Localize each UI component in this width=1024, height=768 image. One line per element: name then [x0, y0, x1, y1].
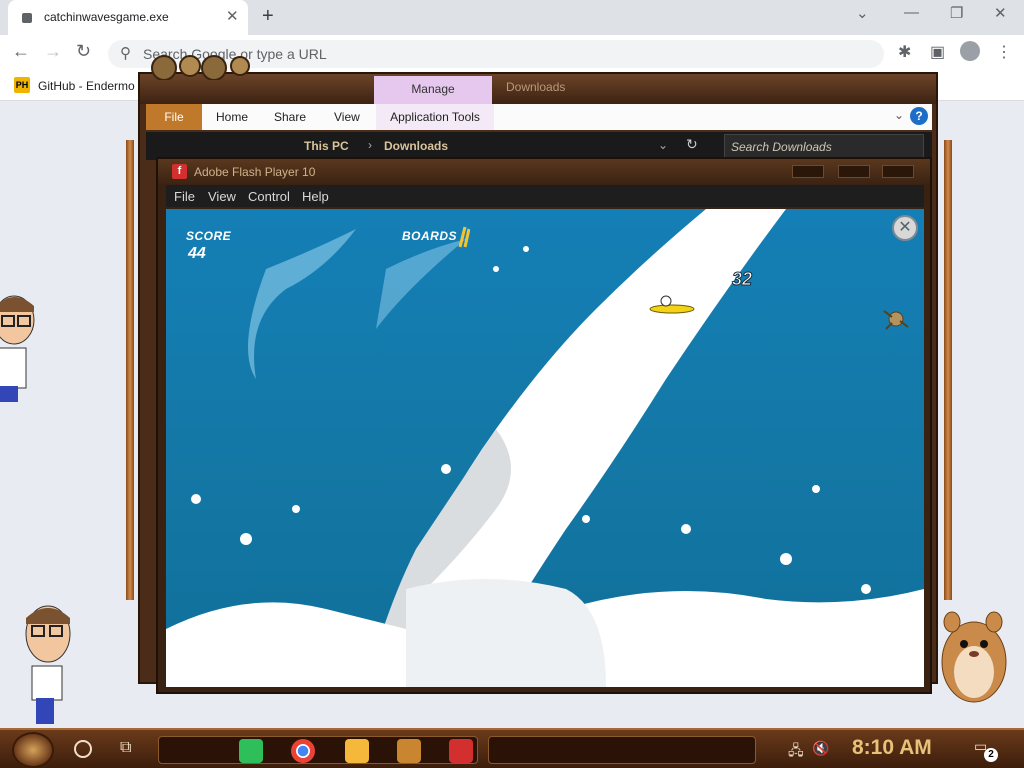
explorer-titlebar: Manage Downloads: [140, 55, 936, 104]
ocean-wave-scene: [166, 209, 924, 687]
ribbon-tab-view[interactable]: View: [334, 110, 360, 124]
volume-muted-icon[interactable]: 🔇: [812, 740, 829, 757]
game-canvas[interactable]: SCORE 44 BOARDS 32 ✕: [166, 209, 924, 687]
ribbon-tab-application-tools[interactable]: Application Tools: [376, 104, 494, 130]
tab-title: catchinwavesgame.exe: [44, 10, 169, 24]
close-window-button[interactable]: ✕: [994, 4, 1007, 22]
flash-icon: f: [172, 164, 187, 179]
game-close-button[interactable]: ✕: [892, 215, 918, 241]
flash-taskbar-icon[interactable]: [449, 739, 473, 763]
taskbar-clock[interactable]: 8:10 AM: [852, 736, 932, 760]
flash-minimize-button[interactable]: [792, 165, 824, 178]
search-downloads-input[interactable]: Search Downloads: [724, 134, 924, 158]
gears-decoration-icon: [151, 55, 250, 80]
hamster-mascot-icon: [941, 611, 1007, 703]
forward-button[interactable]: →: [44, 41, 62, 62]
profile-icon[interactable]: [960, 41, 980, 61]
taskbar-apps: [158, 736, 478, 764]
flash-maximize-button[interactable]: [838, 165, 870, 178]
chrome-icon[interactable]: [291, 739, 315, 763]
reload-button[interactable]: ↻: [76, 41, 91, 62]
score-label: SCORE: [186, 229, 232, 243]
cartoon-man-icon: [0, 295, 35, 402]
tab-favicon-icon: [22, 13, 32, 23]
explorer-address-bar[interactable]: This PC › Downloads ⌄ ↻ Search Downloads: [146, 132, 932, 160]
search-placeholder: Search Downloads: [731, 140, 832, 154]
flash-menu-help[interactable]: Help: [302, 189, 329, 204]
browser-tab[interactable]: catchinwavesgame.exe ✕: [8, 0, 248, 35]
bookmark-github[interactable]: GitHub - Endermo: [38, 79, 135, 93]
steampunk-pipe: [944, 140, 952, 600]
flash-menu-control[interactable]: Control: [248, 189, 290, 204]
ribbon-tab-file[interactable]: File: [146, 104, 202, 130]
tab-search-icon[interactable]: ⌄: [856, 4, 869, 22]
taskbar-spacer: [488, 736, 756, 764]
creature-icon: [883, 310, 909, 330]
ribbon-tab-share[interactable]: Share: [274, 110, 306, 124]
tab-strip: catchinwavesgame.exe ✕ + ⌄ — ❐ ✕: [0, 0, 1024, 35]
breadcrumb-downloads[interactable]: Downloads: [384, 139, 448, 153]
breadcrumb-this-pc[interactable]: This PC: [304, 139, 349, 153]
combo-value: 32: [731, 269, 753, 290]
flash-window-title: Adobe Flash Player 10: [194, 165, 316, 179]
network-icon[interactable]: 🖧: [788, 740, 804, 764]
minimize-button[interactable]: —: [904, 4, 919, 21]
score-value: 44: [188, 245, 206, 262]
extensions-icon[interactable]: ✱: [898, 42, 911, 62]
cartoon-man-icon: [25, 605, 71, 724]
restore-button[interactable]: ❐: [950, 4, 963, 22]
new-tab-button[interactable]: +: [262, 5, 274, 28]
back-button[interactable]: ←: [12, 41, 30, 62]
flash-player-window: f Adobe Flash Player 10 File View Contro…: [156, 157, 932, 694]
game-app-icon[interactable]: [397, 739, 421, 763]
bookmark-favicon-icon: PH: [14, 77, 30, 93]
flash-close-button[interactable]: [882, 165, 914, 178]
boards-label: BOARDS: [402, 229, 458, 243]
flash-menu-view[interactable]: View: [208, 189, 236, 204]
explorer-ribbon: File Home Share View Application Tools ⌄…: [146, 104, 932, 130]
chevron-down-icon[interactable]: ⌄: [658, 138, 668, 152]
flash-menu-bar: File View Control Help: [166, 185, 924, 207]
tab-close-icon[interactable]: ✕: [226, 7, 239, 25]
taskbar: ⧉ 🖧 🔇 8:10 AM ▭ 2: [0, 728, 1024, 768]
explorer-window-title: Downloads: [506, 80, 566, 94]
folder-icon[interactable]: [345, 739, 369, 763]
start-icon[interactable]: [12, 732, 54, 768]
flash-menu-file[interactable]: File: [174, 189, 195, 204]
flash-titlebar: f Adobe Flash Player 10: [158, 159, 930, 185]
taskview-icon[interactable]: ⧉: [120, 739, 131, 757]
search-icon: ⚲: [120, 45, 131, 62]
sidepanel-icon[interactable]: ▣: [930, 42, 945, 62]
breadcrumb-separator: ›: [368, 138, 372, 152]
help-icon[interactable]: ?: [910, 107, 928, 125]
surfer-icon: [649, 295, 695, 314]
menu-icon[interactable]: ⋮: [996, 42, 1012, 62]
manage-tab[interactable]: Manage: [374, 76, 492, 104]
notification-badge: 2: [984, 748, 998, 762]
ribbon-tab-home[interactable]: Home: [216, 110, 248, 124]
surfboard-icon: [458, 226, 470, 248]
cortana-icon[interactable]: [74, 740, 92, 758]
chevron-down-icon[interactable]: ⌄: [894, 108, 904, 122]
notes-icon[interactable]: [239, 739, 263, 763]
refresh-icon[interactable]: ↻: [686, 136, 698, 153]
steampunk-pipe: [126, 140, 134, 600]
